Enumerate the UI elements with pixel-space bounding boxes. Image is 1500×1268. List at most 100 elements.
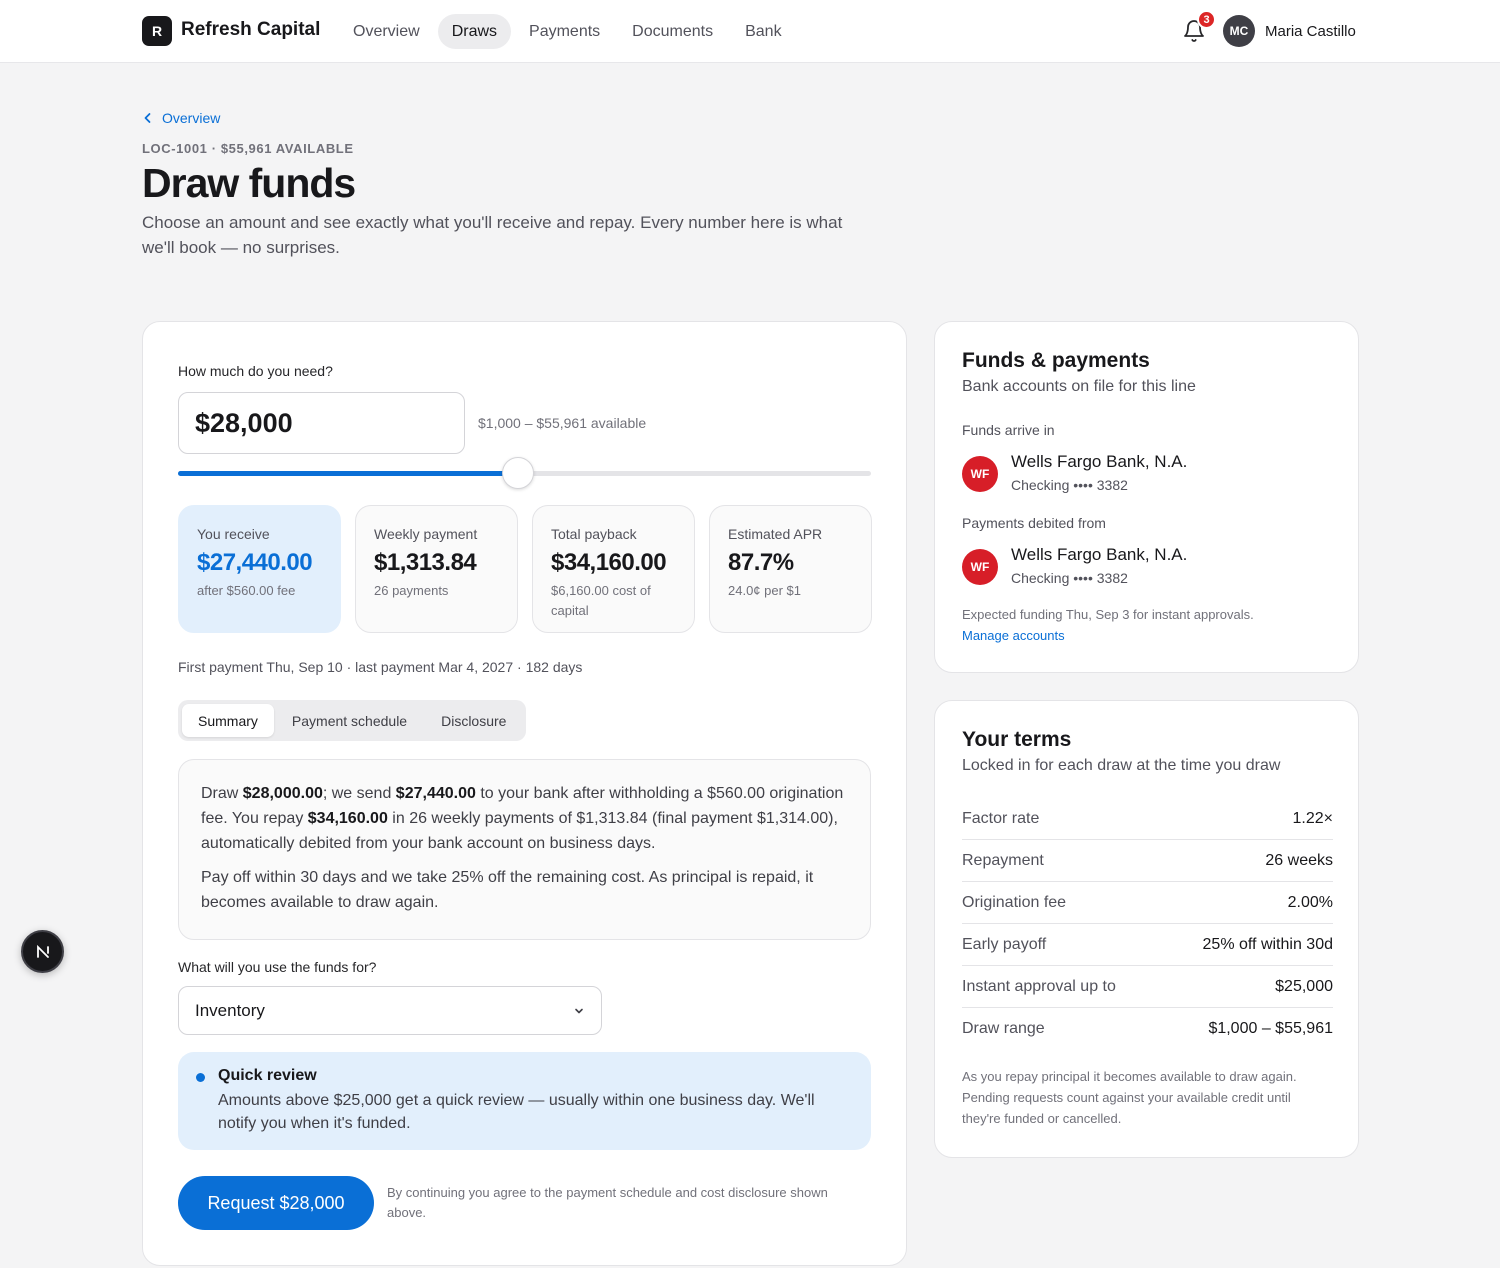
chevron-left-icon (144, 113, 151, 123)
stat-value: $1,313.84 (374, 549, 477, 576)
summary-paragraph: Draw $28,000.00; we send $27,440.00 to y… (201, 781, 848, 856)
terms-title: Your terms (962, 728, 1072, 751)
line-eyebrow: LOC-1001 · $55,961 AVAILABLE (142, 141, 354, 156)
term-value: $1,000 – $55,961 (1208, 1020, 1333, 1037)
stat-weekly-payment: Weekly payment $1,313.84 26 payments (355, 505, 518, 633)
stat-sub: after $560.00 fee (197, 583, 296, 598)
user-name[interactable]: Maria Castillo (1265, 23, 1356, 40)
nav-tab-draws[interactable]: Draws (437, 14, 512, 49)
bank-account: Checking •••• 3382 (1011, 477, 1128, 493)
amount-label: How much do you need? (178, 363, 333, 379)
stat-sub: 26 payments (374, 583, 449, 598)
draw-card: How much do you need? $28,000 $1,000 – $… (142, 321, 907, 1266)
stat-you-receive: You receive $27,440.00 after $560.00 fee (178, 505, 341, 633)
nav-tab-payments[interactable]: Payments (515, 14, 614, 49)
term-key: Origination fee (962, 893, 1067, 911)
brand-logo[interactable]: R (142, 16, 172, 46)
term-key: Draw range (962, 1020, 1045, 1037)
term-value: 2.00% (1287, 893, 1333, 911)
amount-input[interactable]: $28,000 (178, 392, 465, 454)
summary-text: ; we send (322, 785, 396, 802)
summary-early-payoff: Pay off within 30 days and we take 25% o… (201, 869, 814, 911)
chevron-down-icon (575, 1008, 583, 1013)
payment-dates: First payment Thu, Sep 10 · last payment… (178, 659, 583, 675)
term-value: $25,000 (1275, 977, 1333, 995)
term-row: Repayment 26 weeks (962, 840, 1333, 882)
terms-note: As you repay principal it becomes availa… (962, 1069, 1297, 1126)
deposit-bank: WF Wells Fargo Bank, N.A. Checking •••• … (962, 452, 1342, 498)
bank-account: Checking •••• 3382 (1011, 570, 1128, 586)
notice-body: Amounts above $25,000 get a quick review… (218, 1092, 815, 1132)
manage-accounts-link[interactable]: Manage accounts (962, 628, 1065, 643)
purpose-label: What will you use the funds for? (178, 959, 377, 975)
term-value: 1.22× (1292, 809, 1333, 827)
terms-list: Factor rate 1.22× Repayment 26 weeks Ori… (962, 798, 1333, 1050)
purpose-select[interactable]: Inventory (178, 986, 602, 1035)
funds-arrive-label: Funds arrive in (962, 422, 1055, 438)
tab-disclosure[interactable]: Disclosure (425, 704, 522, 737)
top-nav: R Refresh Capital Overview Draws Payment… (0, 0, 1500, 63)
terms-card: Your terms Locked in for each draw at th… (934, 700, 1359, 1158)
purpose-select-value: Inventory (195, 1000, 265, 1020)
term-key: Early payoff (962, 935, 1047, 953)
slider-fill (178, 471, 519, 476)
term-key: Repayment (962, 851, 1044, 869)
stat-total-payback: Total payback $34,160.00 $6,160.00 cost … (532, 505, 695, 633)
back-link-label: Overview (162, 110, 221, 126)
stat-sub: $6,160.00 cost of capital (551, 583, 651, 618)
summary-text: Draw (201, 785, 243, 802)
notice-title: Quick review (218, 1067, 317, 1084)
term-row: Early payoff 25% off within 30d (962, 924, 1333, 966)
page-subtitle: Choose an amount and see exactly what yo… (142, 213, 843, 257)
funds-card: Funds & payments Bank accounts on file f… (934, 321, 1359, 673)
bank-logo: WF (962, 549, 998, 585)
funds-title: Funds & payments (962, 349, 1150, 372)
stat-label: Weekly payment (374, 526, 478, 542)
bank-name: Wells Fargo Bank, N.A. (1011, 545, 1188, 564)
funding-note: Expected funding Thu, Sep 3 for instant … (962, 607, 1254, 622)
detail-tabs: Summary Payment schedule Disclosure (178, 700, 527, 741)
funds-subtitle: Bank accounts on file for this line (962, 378, 1196, 395)
amount-range-hint: $1,000 – $55,961 available (478, 415, 647, 431)
amount-slider[interactable] (178, 457, 871, 489)
user-avatar[interactable]: MC (1223, 15, 1255, 47)
summary-send-amount: $27,440.00 (395, 785, 476, 802)
notice-dot-icon (196, 1073, 205, 1082)
stat-estimated-apr: Estimated APR 87.7% 24.0¢ per $1 (709, 505, 872, 633)
stat-sub: 24.0¢ per $1 (728, 583, 802, 598)
stat-value: $34,160.00 (551, 549, 667, 576)
request-button[interactable]: Request $28,000 (178, 1176, 374, 1230)
summary-panel: Draw $28,000.00; we send $27,440.00 to y… (178, 759, 871, 940)
tab-payment-schedule[interactable]: Payment schedule (276, 704, 423, 737)
nav-tabs: Overview Draws Payments Documents Bank (339, 14, 796, 49)
slider-thumb[interactable] (502, 457, 535, 489)
bank-name: Wells Fargo Bank, N.A. (1011, 452, 1188, 471)
debit-bank: WF Wells Fargo Bank, N.A. Checking •••• … (962, 545, 1342, 591)
draw-stats: You receive $27,440.00 after $560.00 fee… (178, 505, 872, 633)
term-row: Draw range $1,000 – $55,961 (962, 1008, 1333, 1050)
tab-summary[interactable]: Summary (182, 704, 274, 737)
term-row: Factor rate 1.22× (962, 798, 1333, 840)
brand-name[interactable]: Refresh Capital (181, 19, 320, 41)
nav-tab-documents[interactable]: Documents (618, 14, 727, 49)
terms-subtitle: Locked in for each draw at the time you … (962, 757, 1281, 774)
stat-value: $27,440.00 (197, 549, 313, 576)
bank-logo: WF (962, 456, 998, 492)
n-logo-icon (36, 944, 49, 958)
quick-review-notice: Quick review Amounts above $25,000 get a… (178, 1052, 871, 1150)
request-disclaimer: By continuing you agree to the payment s… (387, 1185, 828, 1220)
nav-tab-overview[interactable]: Overview (339, 14, 434, 49)
nav-tab-bank[interactable]: Bank (731, 14, 795, 49)
notification-badge: 3 (1197, 10, 1216, 29)
stat-label: Total payback (551, 526, 637, 542)
term-value: 26 weeks (1265, 851, 1333, 869)
back-link[interactable]: Overview (142, 110, 220, 126)
floating-dev-button[interactable] (21, 930, 64, 973)
page-title: Draw funds (142, 160, 356, 206)
stat-label: Estimated APR (728, 526, 823, 542)
term-key: Instant approval up to (962, 977, 1116, 995)
stat-label: You receive (197, 526, 270, 542)
term-key: Factor rate (962, 809, 1040, 827)
funds-debit-label: Payments debited from (962, 515, 1106, 531)
term-row: Instant approval up to $25,000 (962, 966, 1333, 1008)
